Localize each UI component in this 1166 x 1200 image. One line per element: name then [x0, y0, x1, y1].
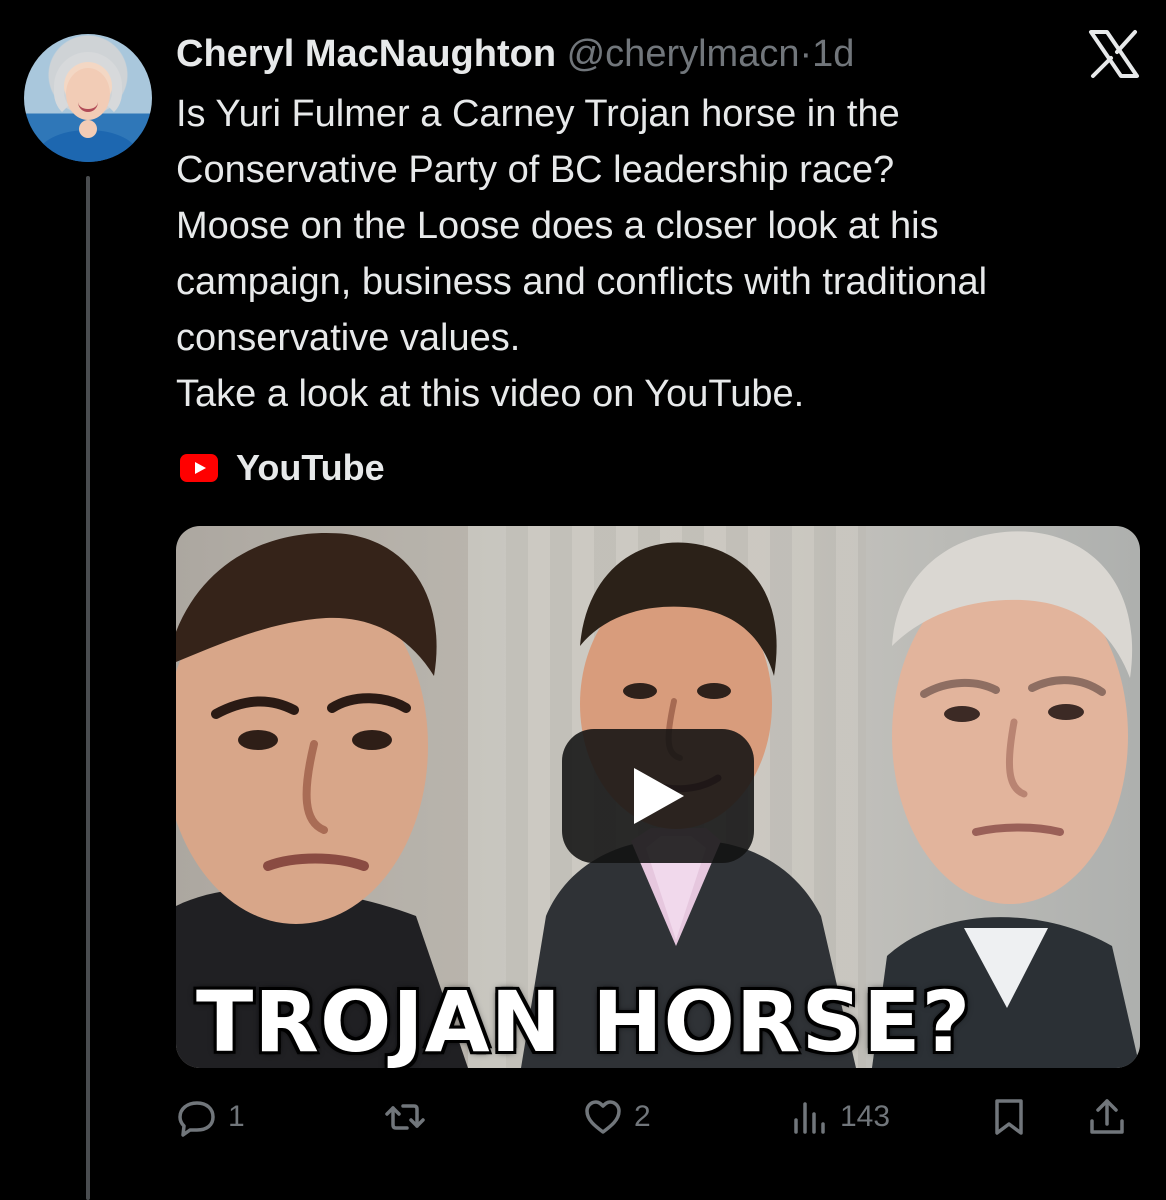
video-play-button[interactable] — [562, 729, 754, 863]
like-count: 2 — [634, 1100, 651, 1133]
bookmark-button[interactable] — [988, 1088, 1030, 1146]
play-icon — [634, 768, 684, 824]
reply-count: 1 — [228, 1100, 245, 1133]
thread-line — [86, 176, 90, 1200]
header-separator: · — [799, 33, 813, 75]
youtube-icon — [180, 454, 218, 482]
views-count: 143 — [840, 1100, 891, 1133]
avatar-neck — [79, 120, 97, 138]
share-icon — [1090, 1099, 1124, 1134]
heart-icon — [585, 1100, 621, 1134]
thumbnail-title: TROJAN HORSE? — [196, 973, 972, 1068]
author-display-name[interactable]: Cheryl MacNaughton — [176, 33, 556, 75]
bookmark-icon — [995, 1099, 1023, 1135]
avatar-face — [66, 68, 110, 120]
x-logo-icon — [1089, 30, 1139, 78]
link-source[interactable]: YouTube — [180, 446, 385, 490]
author-avatar[interactable] — [24, 34, 152, 162]
reply-icon — [178, 1101, 215, 1137]
views-icon — [794, 1102, 825, 1134]
repost-icon — [385, 1104, 425, 1130]
link-source-label: YouTube — [236, 447, 385, 488]
share-button[interactable] — [1086, 1088, 1128, 1146]
views-button[interactable]: 143 — [788, 1088, 890, 1146]
tweet-timestamp[interactable]: 1d — [812, 33, 854, 75]
video-card[interactable]: TROJAN HORSE? — [176, 526, 1140, 1068]
reply-button[interactable]: 1 — [176, 1088, 245, 1146]
tweet-text: Is Yuri Fulmer a Carney Trojan horse in … — [176, 93, 988, 415]
tweet-header: Cheryl MacNaughton @cherylmacn·1d — [176, 30, 854, 78]
tweet-action-bar: 1 2 143 — [176, 1088, 1140, 1146]
repost-button[interactable] — [384, 1088, 426, 1146]
like-button[interactable]: 2 — [582, 1088, 651, 1146]
author-handle[interactable]: @cherylmacn — [567, 33, 800, 75]
